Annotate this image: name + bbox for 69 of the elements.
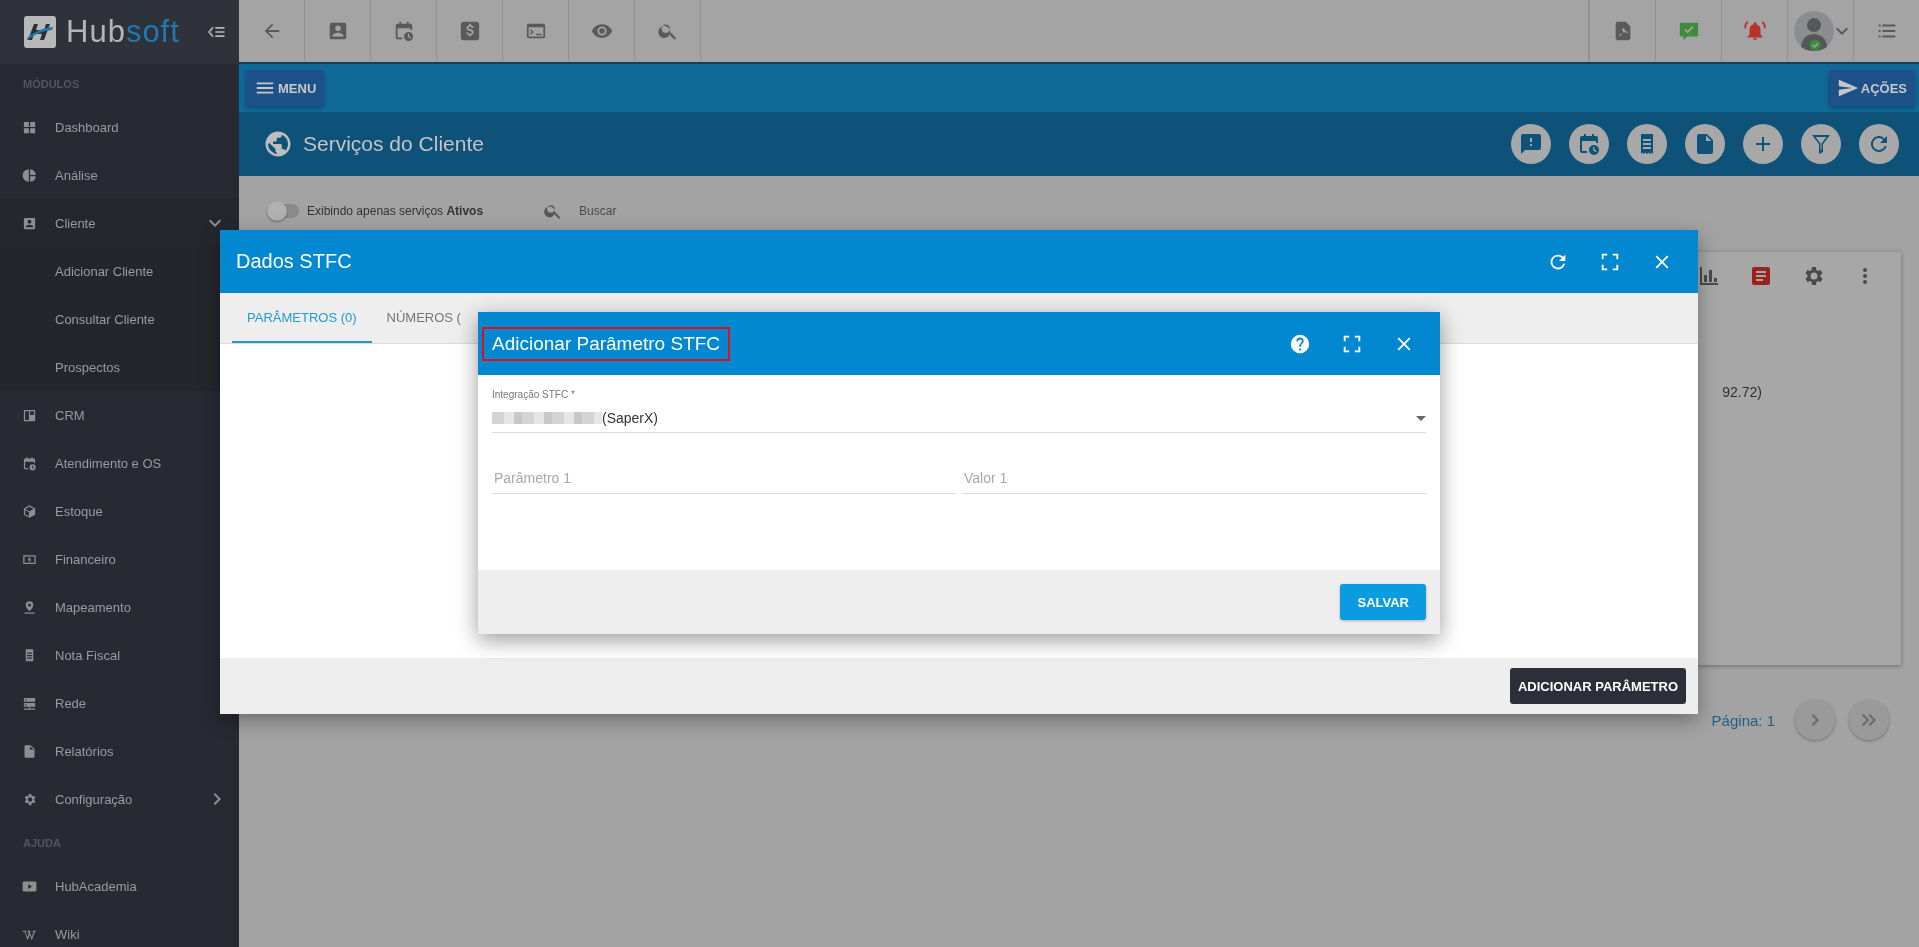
chevron-icon: [1835, 27, 1848, 35]
sidebar-item[interactable]: Atendimento e OS: [0, 439, 239, 487]
sidebar-item[interactable]: Rede: [0, 679, 239, 727]
calendar-clock-icon: [1577, 132, 1601, 156]
refresh-button[interactable]: [1859, 124, 1899, 164]
sidebar-item[interactable]: Dashboard: [0, 103, 239, 151]
grid-icon: [22, 119, 37, 135]
calendar-clock-button[interactable]: [1569, 124, 1609, 164]
sidebar-item[interactable]: Cliente: [0, 199, 239, 247]
logo-icon: [24, 16, 56, 48]
sidebar-item[interactable]: Wiki: [0, 910, 239, 947]
tab[interactable]: NÚMEROS (: [371, 293, 476, 343]
file-button[interactable]: [1685, 124, 1725, 164]
bell-icon: [1743, 20, 1766, 42]
next-page-button[interactable]: [1795, 700, 1835, 740]
sidebar-item[interactable]: Configuração: [0, 775, 239, 823]
sidebar-item[interactable]: Relatórios: [0, 727, 239, 775]
help-icon: [1289, 332, 1311, 355]
cube-icon: [22, 503, 37, 519]
bar-chart-icon[interactable]: [1697, 264, 1721, 288]
dropdown-caret-icon: [1416, 415, 1426, 421]
tab[interactable]: PARÂMETROS (0): [232, 293, 372, 343]
page-title: Serviços do Cliente: [303, 132, 484, 156]
filter-icon: [1809, 132, 1833, 156]
sidebar-item[interactable]: Estoque: [0, 487, 239, 535]
chevron-icon: [1811, 714, 1819, 726]
dialog-title: Dados STFC: [236, 250, 352, 273]
plus-button[interactable]: [1743, 124, 1783, 164]
chevron-icon: [213, 793, 221, 805]
sidebar-item[interactable]: Nota Fiscal: [0, 631, 239, 679]
page-indicator: Página: 1: [1711, 711, 1775, 729]
field-label: Integração STFC *: [492, 389, 576, 400]
select-field[interactable]: (SaperX): [492, 404, 1426, 433]
alert-message-icon: [1519, 132, 1543, 156]
chevron-icon: [209, 219, 221, 227]
pie-chart-icon: [22, 167, 37, 183]
actions-button[interactable]: AÇÕES: [1828, 70, 1915, 106]
dialog-title: Adicionar Parâmetro STFC: [482, 326, 731, 361]
avatar-icon: [1793, 11, 1834, 51]
board-icon: [22, 407, 37, 423]
calendar-clock-icon: [22, 455, 37, 471]
sidebar-item[interactable]: Mapeamento: [0, 583, 239, 631]
search-field[interactable]: Buscar: [577, 203, 882, 219]
globe-icon: [263, 129, 293, 159]
receipt-button[interactable]: [1627, 124, 1667, 164]
map-pin-icon: [22, 599, 37, 615]
menu-button[interactable]: MENU: [246, 70, 325, 106]
chat-check-icon: [1677, 20, 1700, 42]
send-icon: [1836, 77, 1859, 99]
alert-message-button[interactable]: [1511, 124, 1551, 164]
add-parameter-button[interactable]: ADICIONAR PARÂMETRO: [1509, 668, 1686, 704]
filter-label: Exibindo apenas serviços Ativos: [307, 204, 484, 218]
document-icon[interactable]: [1749, 264, 1773, 288]
settings-icon: [22, 791, 37, 807]
brand-logo: Hubsoft: [66, 14, 180, 50]
sidebar-item[interactable]: Financeiro: [0, 535, 239, 583]
file-icon: [22, 743, 37, 759]
sidebar-item[interactable]: CRM: [0, 391, 239, 439]
sidebar-item[interactable]: HubAcademia: [0, 862, 239, 910]
server-icon: [22, 695, 37, 711]
contact-card-icon: [22, 215, 37, 231]
last-page-button[interactable]: [1849, 700, 1889, 740]
dollar-icon: [458, 20, 481, 42]
filter-button[interactable]: [1801, 124, 1841, 164]
toggle-switch[interactable]: [269, 204, 299, 218]
double-chevron-icon: [1862, 714, 1876, 726]
service-text: 92.72): [1722, 384, 1762, 400]
sidebar-item[interactable]: Análise: [0, 151, 239, 199]
save-button[interactable]: SALVAR: [1340, 584, 1426, 620]
